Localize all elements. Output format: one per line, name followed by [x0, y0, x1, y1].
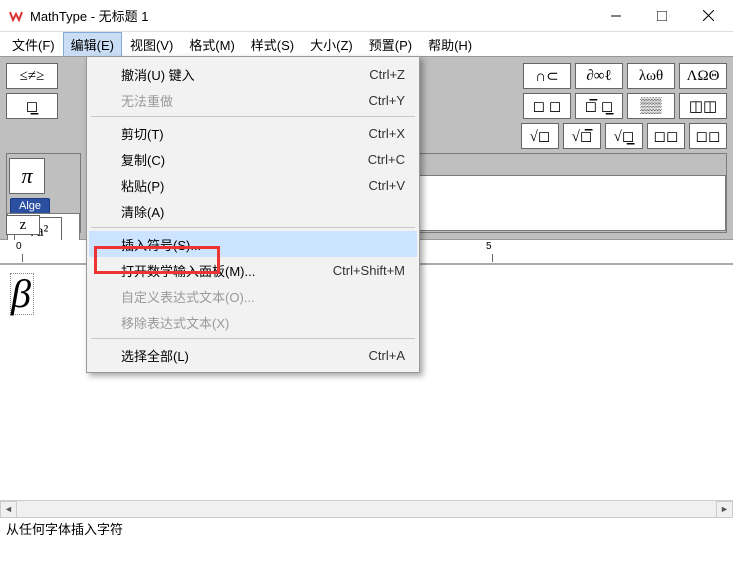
palette-greek-upper[interactable]: ΛΩΘ: [679, 63, 727, 89]
menu-size[interactable]: 大小(Z): [302, 32, 361, 57]
menu-redo: 无法重做Ctrl+Y: [89, 87, 417, 113]
palette-matrix[interactable]: ▒▒: [627, 93, 675, 119]
palette-greek-lower[interactable]: λωθ: [627, 63, 675, 89]
menu-file[interactable]: 文件(F): [4, 32, 63, 57]
menu-preset[interactable]: 预置(P): [361, 32, 420, 57]
status-text: 从任何字体插入字符: [6, 519, 123, 538]
menubar: 文件(F) 编辑(E) 视图(V) 格式(M) 样式(S) 大小(Z) 预置(P…: [0, 32, 733, 56]
menu-format[interactable]: 格式(M): [181, 32, 243, 57]
menu-select-all[interactable]: 选择全部(L)Ctrl+A: [89, 342, 417, 368]
palette-sub[interactable]: ◻◻: [689, 123, 727, 149]
doc-name: 无标题 1: [99, 9, 149, 24]
palette-box[interactable]: ◫◫: [679, 93, 727, 119]
menu-undo[interactable]: 撤消(U) 键入Ctrl+Z: [89, 61, 417, 87]
palette-z[interactable]: z: [6, 215, 40, 235]
palette-root3[interactable]: √◻̲: [605, 123, 643, 149]
window-title: MathType - 无标题 1: [30, 6, 593, 25]
statusbar: 从任何字体插入字符: [0, 517, 733, 539]
menu-separator: [91, 116, 415, 117]
palette-misc[interactable]: ∂∞ℓ: [575, 63, 623, 89]
palette-root1[interactable]: √◻: [521, 123, 559, 149]
close-button[interactable]: [685, 0, 731, 32]
ruler-mark-5: 5: [486, 241, 492, 252]
menu-style[interactable]: 样式(S): [243, 32, 302, 57]
minimize-button[interactable]: [593, 0, 639, 32]
menu-separator: [91, 338, 415, 339]
titlebar: MathType - 无标题 1: [0, 0, 733, 32]
menu-open-math-panel[interactable]: 打开数学输入面板(M)...Ctrl+Shift+M: [89, 257, 417, 283]
app-name: MathType: [30, 9, 87, 24]
menu-view[interactable]: 视图(V): [122, 32, 181, 57]
menu-cut[interactable]: 剪切(T)Ctrl+X: [89, 120, 417, 146]
ruler-mark-0: 0: [16, 241, 22, 252]
menu-remove-expr: 移除表达式文本(X): [89, 309, 417, 335]
palette-template[interactable]: ◻̲: [6, 93, 58, 119]
edit-dropdown: 撤消(U) 键入Ctrl+Z 无法重做Ctrl+Y 剪切(T)Ctrl+X 复制…: [86, 56, 420, 373]
pi-button[interactable]: π: [9, 158, 45, 194]
palette-accent2[interactable]: ◻̅ ◻̲: [575, 93, 623, 119]
menu-clear[interactable]: 清除(A): [89, 198, 417, 224]
menu-paste[interactable]: 粘贴(P)Ctrl+V: [89, 172, 417, 198]
menu-separator: [91, 227, 415, 228]
palette-accent1[interactable]: ◻ ◻: [523, 93, 571, 119]
app-icon: [8, 8, 24, 24]
menu-insert-symbol[interactable]: 插入符号(S)...: [89, 231, 417, 257]
scroll-left-button[interactable]: ◄: [0, 501, 17, 518]
palette-rel[interactable]: ≤≠≥: [6, 63, 58, 89]
menu-help[interactable]: 帮助(H): [420, 32, 480, 57]
palette-sup[interactable]: ◻◻: [647, 123, 685, 149]
palette-set-ops[interactable]: ∩⊂: [523, 63, 571, 89]
palette-root2[interactable]: √◻̅: [563, 123, 601, 149]
inserted-symbol[interactable]: β: [10, 273, 34, 315]
menu-copy[interactable]: 复制(C)Ctrl+C: [89, 146, 417, 172]
menu-custom-expr: 自定义表达式文本(O)...: [89, 283, 417, 309]
horizontal-scrollbar[interactable]: ◄ ►: [0, 500, 733, 517]
menu-edit[interactable]: 编辑(E): [63, 32, 122, 57]
maximize-button[interactable]: [639, 0, 685, 32]
scroll-right-button[interactable]: ►: [716, 501, 733, 518]
tab-algebra[interactable]: Alge: [10, 198, 50, 213]
